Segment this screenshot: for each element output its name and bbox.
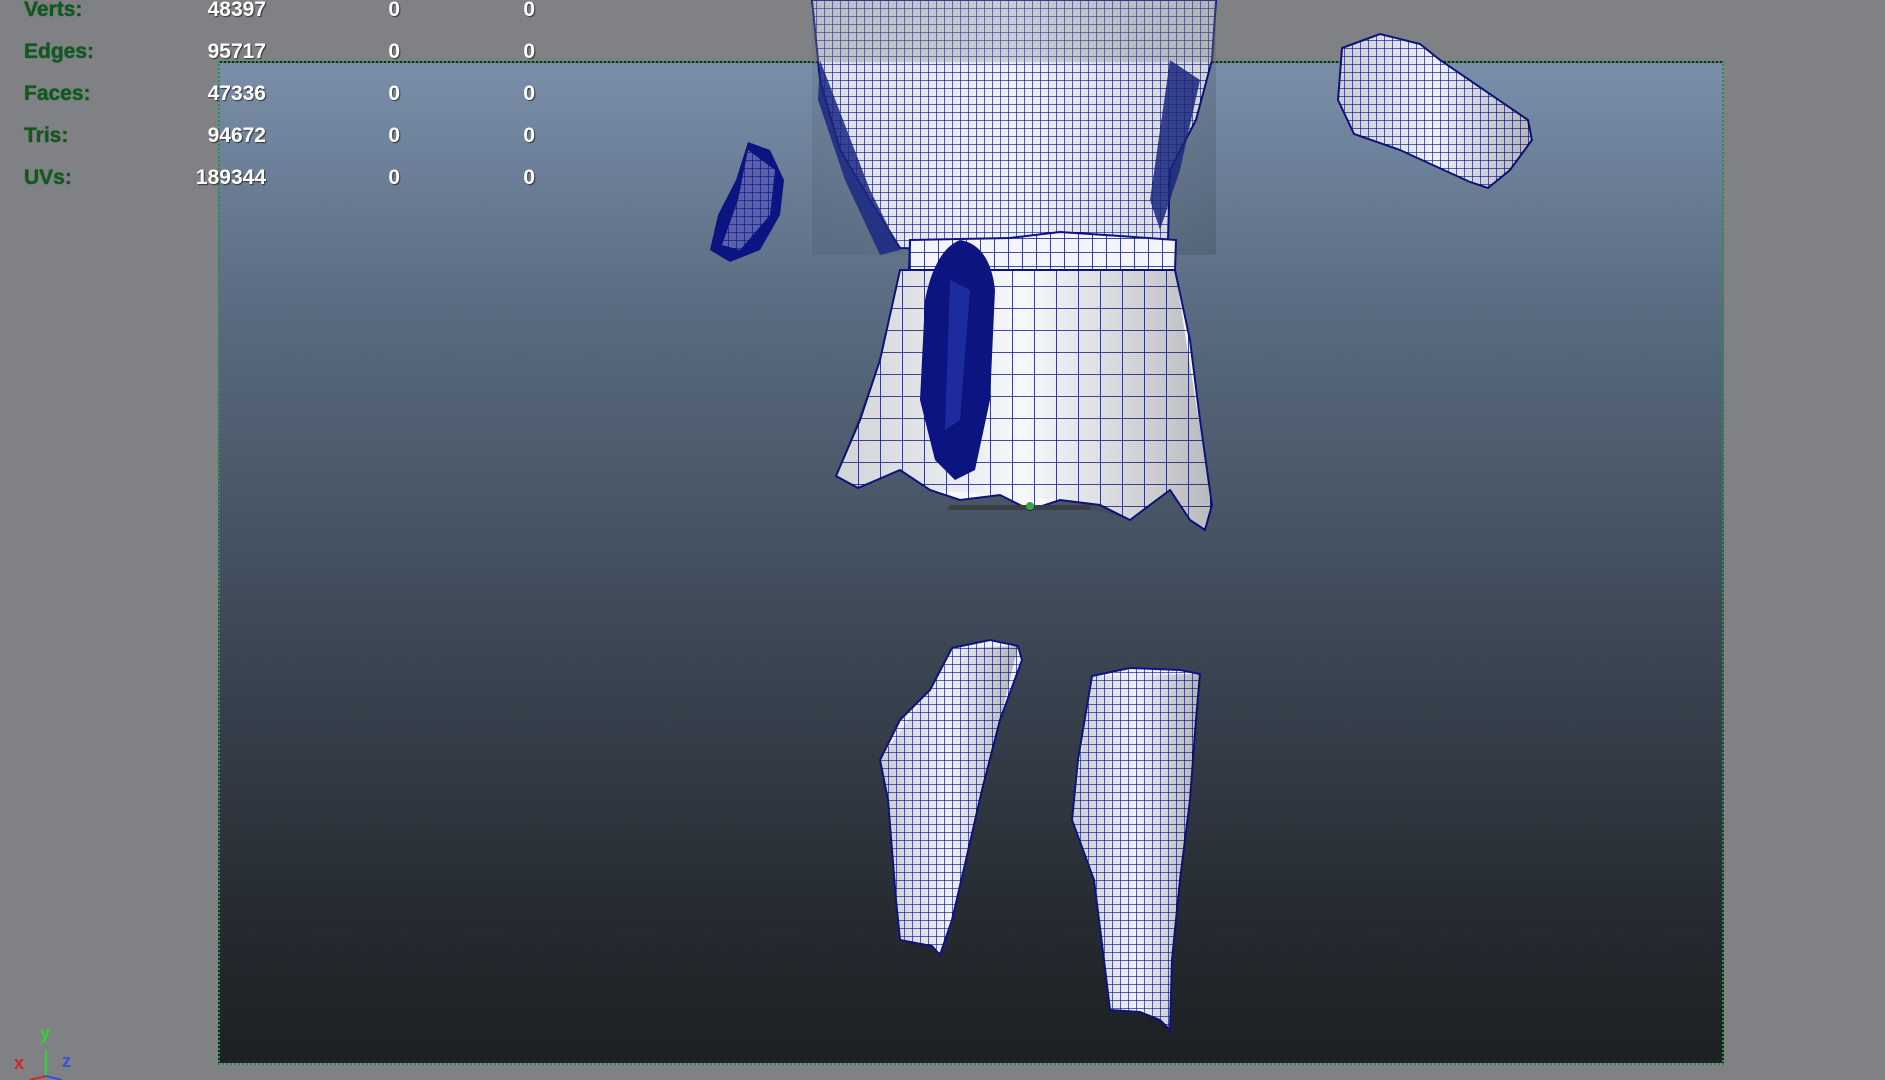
hud-value-selected: 0 [388,82,400,105]
hud-value-components: 0 [523,40,535,63]
hud-value-selected: 0 [388,40,400,63]
hud-label: Edges: [24,40,95,63]
hud-value-selected: 0 [388,0,400,21]
hud-value: 94672 [207,124,266,147]
axis-gizmo-icon: y x z [10,1020,90,1080]
hud-row-faces: Faces: 47336 0 0 [0,82,560,114]
hud-value-components: 0 [523,166,535,189]
hud-row-uvs: UVs: 189344 0 0 [0,166,560,198]
hud-value: 48397 [207,0,266,21]
hud-label: Faces: [24,82,91,105]
torso-mesh[interactable] [810,0,1218,255]
hud-label: Verts: [24,0,83,21]
hud-row-tris: Tris: 94672 0 0 [0,124,560,156]
hud-value-components: 0 [523,124,535,147]
axis-x-label: x [14,1053,25,1073]
axis-z-label: z [62,1051,71,1071]
hud-value-selected: 0 [388,124,400,147]
skirt-mesh[interactable] [834,240,1214,532]
hud-label: Tris: [24,124,69,147]
bracer-mesh[interactable] [1336,32,1534,190]
right-greave-mesh[interactable] [1070,666,1202,1033]
hud-value: 47336 [207,82,266,105]
axis-y-label: y [40,1023,51,1043]
hud-label: UVs: [24,166,72,189]
hud-value-components: 0 [523,0,535,21]
poly-count-hud: Verts: 48397 0 0 Edges: 95717 0 0 Faces:… [0,0,560,200]
hud-row-verts: Verts: 48397 0 0 [0,0,560,30]
hud-value: 95717 [207,40,266,63]
left-greave-mesh[interactable] [878,638,1024,957]
hud-value: 189344 [195,166,266,189]
hud-value-selected: 0 [388,166,400,189]
hud-row-edges: Edges: 95717 0 0 [0,40,560,72]
3d-viewport[interactable]: Verts: 48397 0 0 Edges: 95717 0 0 Faces:… [0,0,1885,1080]
shoulder-guard-mesh[interactable] [710,142,784,262]
hud-value-components: 0 [523,82,535,105]
